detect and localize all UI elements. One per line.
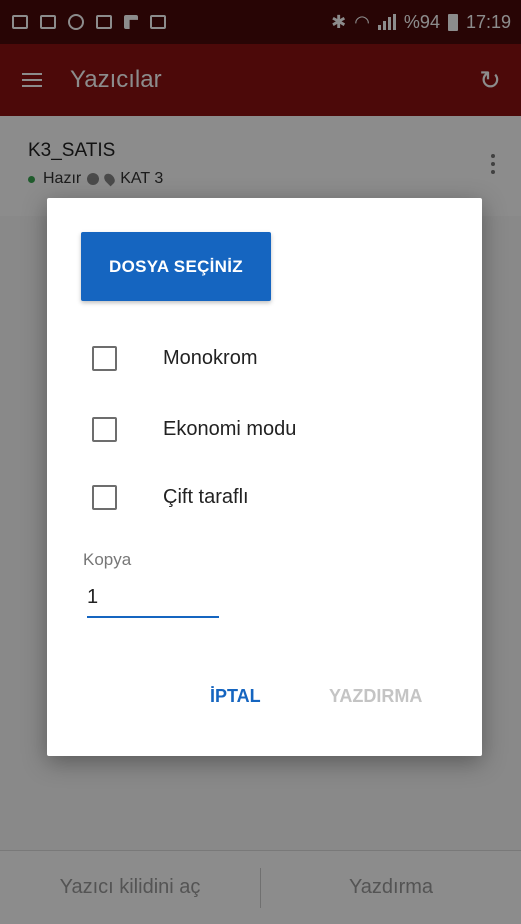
option-label: Monokrom	[163, 347, 258, 369]
copies-label: Kopya	[83, 550, 132, 569]
option-label: Ekonomi modu	[163, 418, 297, 440]
print-button[interactable]: YAZDIRMA	[329, 686, 422, 707]
monochrome-checkbox[interactable]	[92, 346, 117, 371]
option-economy-mode[interactable]: Ekonomi modu	[92, 417, 296, 442]
choose-file-button[interactable]: DOSYA SEÇİNİZ	[81, 232, 271, 301]
option-monochrome[interactable]: Monokrom	[92, 346, 257, 371]
option-duplex[interactable]: Çift taraflı	[92, 485, 249, 510]
duplex-checkbox[interactable]	[92, 485, 117, 510]
print-options-dialog: DOSYA SEÇİNİZ Monokrom Ekonomi modu Çift…	[47, 198, 482, 756]
option-label: Çift taraflı	[163, 486, 249, 508]
cancel-button[interactable]: İPTAL	[210, 686, 261, 707]
copies-input[interactable]	[87, 578, 219, 618]
economy-mode-checkbox[interactable]	[92, 417, 117, 442]
screen: ✱ ◠ %94 17:19 Yazıcılar ↻ K3_SATIS Hazır…	[0, 0, 521, 924]
